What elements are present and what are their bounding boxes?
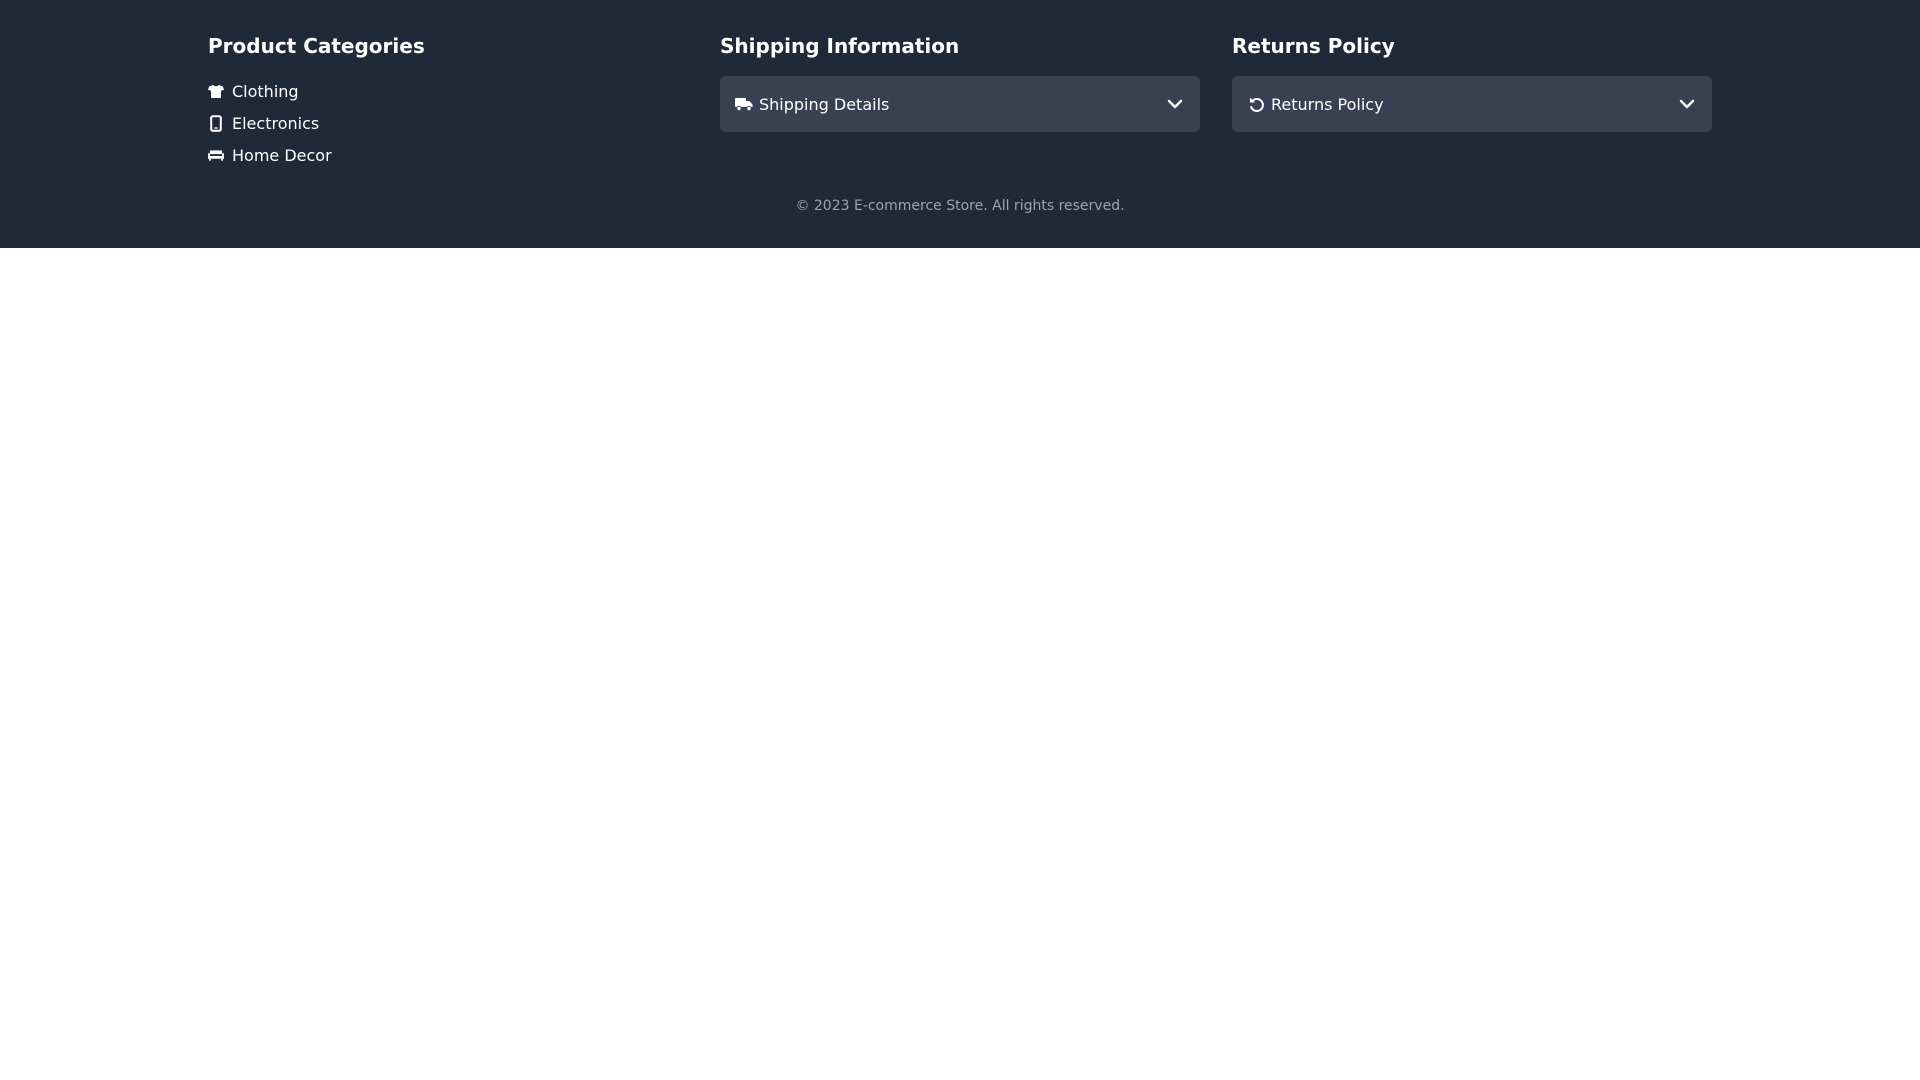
chevron-down-icon [1678, 95, 1696, 113]
returns-policy-accordion[interactable]: Returns Policy [1232, 76, 1712, 132]
category-item-electronics[interactable]: Electronics [208, 107, 332, 139]
site-footer: Product Categories Clothing Electronics [0, 0, 1920, 248]
category-label: Clothing [232, 81, 299, 101]
couch-icon [208, 147, 224, 163]
category-label: Home Decor [232, 145, 332, 165]
category-item-home-decor[interactable]: Home Decor [208, 139, 332, 171]
undo-icon [1247, 95, 1265, 113]
shipping-details-accordion[interactable]: Shipping Details [720, 76, 1200, 132]
tshirt-icon [208, 83, 224, 99]
shipping-information-heading: Shipping Information [720, 34, 960, 58]
category-label: Electronics [232, 113, 320, 133]
shipping-details-label: Shipping Details [759, 94, 890, 114]
product-categories-heading: Product Categories [208, 34, 425, 58]
truck-icon [735, 95, 753, 113]
chevron-down-icon [1166, 95, 1184, 113]
mobile-phone-icon [208, 114, 224, 132]
copyright-text: © 2023 E-commerce Store. All rights rese… [795, 198, 1125, 214]
category-list: Clothing Electronics Home Decor [208, 75, 332, 171]
returns-policy-heading: Returns Policy [1232, 34, 1395, 58]
category-item-clothing[interactable]: Clothing [208, 75, 332, 107]
returns-policy-label: Returns Policy [1271, 94, 1384, 114]
